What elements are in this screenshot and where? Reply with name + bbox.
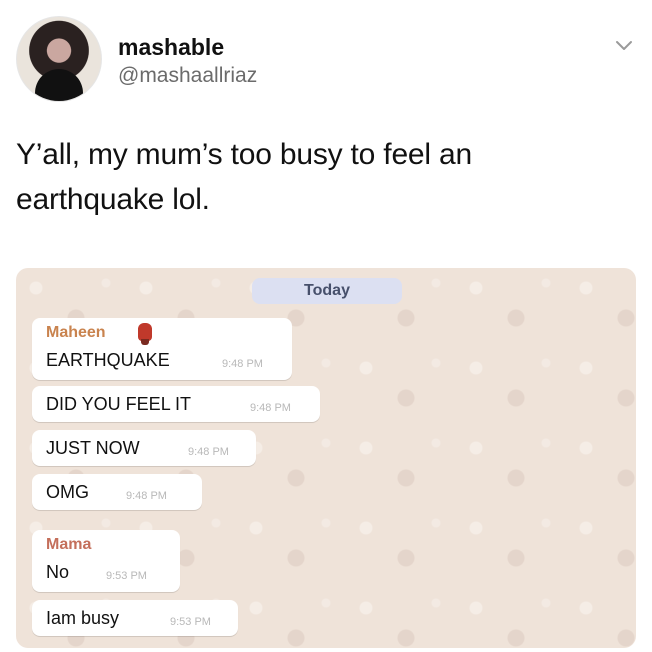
message-text: JUST NOW bbox=[46, 438, 140, 458]
message-time: 9:53 PM bbox=[106, 570, 147, 582]
message-bubble: OMG 9:48 PM bbox=[32, 474, 202, 510]
tweet-header: mashable @mashaallriaz bbox=[12, 12, 640, 104]
message-bubble: Mama No 9:53 PM bbox=[32, 530, 180, 592]
tweet-text: Y’all, my mum’s too busy to feel an eart… bbox=[16, 138, 472, 216]
message-bubble: JUST NOW 9:48 PM bbox=[32, 430, 256, 466]
message-time: 9:48 PM bbox=[222, 358, 263, 370]
message-bubble: Maheen EARTHQUAKE 9:48 PM bbox=[32, 318, 292, 380]
message-text: No bbox=[46, 562, 70, 582]
sender-name: Maheen bbox=[46, 324, 106, 341]
user-handle[interactable]: @mashaallriaz bbox=[118, 64, 257, 88]
message-time: 9:48 PM bbox=[250, 402, 291, 414]
phone-emoji-icon bbox=[138, 323, 152, 345]
date-divider: Today bbox=[252, 278, 402, 304]
chevron-down-icon[interactable] bbox=[614, 36, 634, 56]
message-text: DID YOU FEEL IT bbox=[46, 394, 192, 414]
message-time: 9:48 PM bbox=[126, 490, 167, 502]
message-bubble: Iam busy 9:53 PM bbox=[32, 600, 238, 636]
avatar[interactable] bbox=[16, 16, 102, 102]
message-text: OMG bbox=[46, 482, 89, 502]
display-name[interactable]: mashable bbox=[118, 34, 224, 61]
message-text: Iam busy bbox=[46, 608, 120, 628]
chat-screenshot: Today Maheen EARTHQUAKE 9:48 PM DID YOU … bbox=[16, 268, 636, 648]
message-time: 9:53 PM bbox=[170, 616, 211, 628]
message-bubble: DID YOU FEEL IT 9:48 PM bbox=[32, 386, 320, 422]
message-time: 9:48 PM bbox=[188, 446, 229, 458]
message-text: EARTHQUAKE bbox=[46, 350, 170, 370]
sender-name: Mama bbox=[46, 536, 92, 553]
